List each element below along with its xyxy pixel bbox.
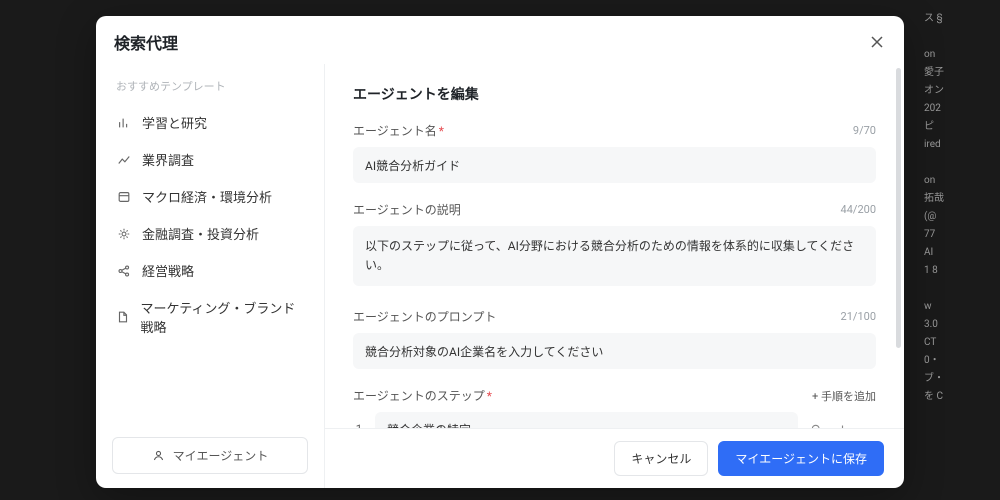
add-step-link[interactable]: + 手順を追加 — [812, 388, 876, 404]
step-input[interactable] — [375, 412, 798, 428]
sidebar-item-label: 経営戦略 — [142, 261, 194, 280]
char-counter: 9/70 — [853, 124, 876, 137]
field-agent-name: エージェント名* 9/70 — [353, 122, 876, 183]
sidebar-header: おすすめテンプレート — [108, 72, 312, 104]
save-button[interactable]: マイエージェントに保存 — [718, 441, 884, 476]
agent-name-input[interactable] — [353, 147, 876, 183]
sidebar-item-label: 業界調査 — [142, 150, 194, 169]
search-agent-modal: 検索代理 おすすめテンプレート 学習と研究 業界調査 マクロ経済・環境分析 金融… — [96, 16, 904, 488]
sidebar-item-study[interactable]: 学習と研究 — [108, 104, 312, 141]
modal-footer: キャンセル マイエージェントに保存 — [325, 428, 904, 488]
share-icon — [116, 263, 132, 279]
my-agent-button[interactable]: マイエージェント — [112, 437, 308, 474]
step-search-button[interactable] — [808, 421, 824, 428]
step-row: 1 — [353, 412, 876, 428]
field-agent-prompt: エージェントのプロンプト 21/100 — [353, 308, 876, 369]
main-panel: エージェントを編集 エージェント名* 9/70 エージェントの説明 44/200 — [324, 64, 904, 488]
sidebar-item-industry[interactable]: 業界調査 — [108, 141, 312, 178]
cancel-button[interactable]: キャンセル — [614, 441, 708, 476]
field-agent-steps: エージェントのステップ* + 手順を追加 1 — [353, 387, 876, 428]
modal-header: 検索代理 — [96, 16, 904, 64]
agent-description-input[interactable] — [353, 226, 876, 286]
char-counter: 21/100 — [841, 310, 876, 323]
user-icon — [152, 449, 165, 462]
form-scroll[interactable]: エージェントを編集 エージェント名* 9/70 エージェントの説明 44/200 — [325, 64, 904, 428]
sidebar-item-label: マクロ経済・環境分析 — [142, 187, 272, 206]
modal-body: おすすめテンプレート 学習と研究 業界調査 マクロ経済・環境分析 金融調査・投資… — [96, 64, 904, 488]
field-label: エージェントのステップ* — [353, 387, 492, 404]
sidebar-item-label: 金融調査・投資分析 — [142, 224, 259, 243]
required-mark: * — [487, 389, 492, 403]
search-icon — [810, 423, 823, 428]
document-icon — [116, 309, 130, 325]
trending-icon — [116, 152, 132, 168]
form-heading: エージェントを編集 — [353, 84, 876, 104]
field-label: エージェントのプロンプト — [353, 308, 496, 325]
background-obscured-text: ス §on愛子オン202ピiredon拓哉 (@77AI1 8w3.0CT0・ブ… — [920, 0, 1000, 500]
modal-title: 検索代理 — [114, 30, 178, 54]
gear-icon — [116, 226, 132, 242]
sidebar-item-macro[interactable]: マクロ経済・環境分析 — [108, 178, 312, 215]
my-agent-label: マイエージェント — [173, 447, 269, 464]
calendar-icon — [116, 189, 132, 205]
close-icon — [870, 35, 884, 49]
sidebar-item-label: マーケティング・ブランド戦略 — [140, 298, 304, 336]
close-button[interactable] — [868, 33, 886, 51]
sidebar: おすすめテンプレート 学習と研究 業界調査 マクロ経済・環境分析 金融調査・投資… — [96, 64, 324, 488]
sidebar-item-finance[interactable]: 金融調査・投資分析 — [108, 215, 312, 252]
step-number: 1 — [353, 422, 365, 428]
field-label: エージェント名* — [353, 122, 444, 139]
chart-bar-icon — [116, 115, 132, 131]
scrollbar[interactable] — [896, 68, 901, 348]
sidebar-item-marketing[interactable]: マーケティング・ブランド戦略 — [108, 289, 312, 345]
sidebar-footer: マイエージェント — [108, 425, 312, 488]
step-remove-button[interactable] — [860, 421, 876, 428]
required-mark: * — [439, 124, 444, 138]
minus-icon — [862, 423, 875, 428]
agent-prompt-input[interactable] — [353, 333, 876, 369]
field-agent-description: エージェントの説明 44/200 — [353, 201, 876, 290]
plus-icon — [836, 423, 849, 428]
char-counter: 44/200 — [841, 203, 876, 216]
sidebar-item-label: 学習と研究 — [142, 113, 207, 132]
step-add-button[interactable] — [834, 421, 850, 428]
sidebar-item-strategy[interactable]: 経営戦略 — [108, 252, 312, 289]
field-label: エージェントの説明 — [353, 201, 461, 218]
